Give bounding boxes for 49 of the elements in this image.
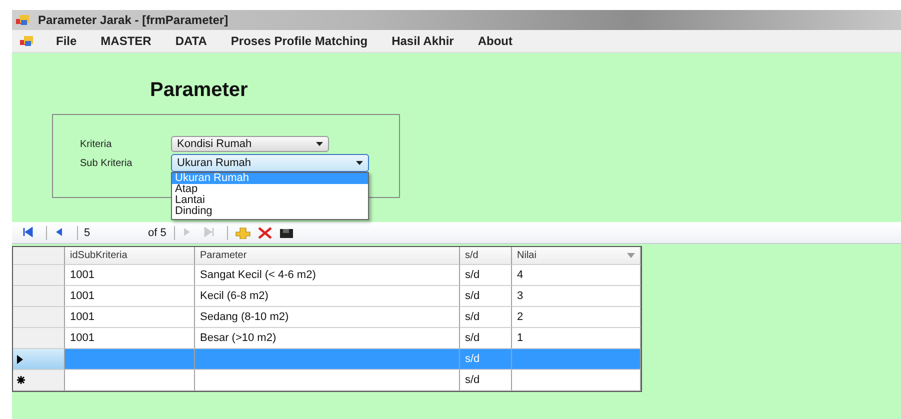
dropdown[interactable]: Kondisi Rumah: [171, 136, 329, 152]
new-row-icon: [17, 376, 25, 384]
table-cell: Kecil (6-8 m2): [195, 286, 460, 307]
header-corner[interactable]: [13, 247, 65, 265]
current-row-icon: [17, 354, 23, 364]
table-cell: s/d: [460, 286, 512, 307]
column-header[interactable]: s/d: [460, 247, 512, 265]
table-row[interactable]: 1001 Sedang (8-10 m2) s/d 2: [13, 307, 641, 328]
dropdown-option[interactable]: Dinding: [172, 206, 368, 217]
dropdown-option[interactable]: Atap: [172, 184, 368, 195]
record-position-field[interactable]: 5: [82, 226, 148, 238]
table-row[interactable]: s/d: [13, 370, 641, 391]
menu-item[interactable]: Proses Profile Matching: [218, 31, 380, 51]
dropdown-option[interactable]: Lantai: [172, 195, 368, 206]
column-header[interactable]: idSubKriteria: [65, 247, 195, 265]
table-cell: 4: [512, 265, 641, 286]
field-label: Sub Kriteria: [80, 158, 134, 168]
app-icon: [20, 35, 34, 47]
dropdown[interactable]: Ukuran Rumah: [171, 154, 369, 172]
record-count: of 5: [148, 226, 166, 238]
table-cell: 1001: [65, 265, 195, 286]
dropdown-arrow-icon: [356, 161, 363, 165]
column-header[interactable]: Parameter: [195, 247, 460, 265]
table-cell: s/d: [460, 307, 512, 328]
menu-item[interactable]: Hasil Akhir: [380, 31, 466, 51]
row-header[interactable]: [13, 349, 65, 370]
menu-item[interactable]: MASTER: [88, 31, 164, 51]
form-heading: Parameter: [150, 79, 248, 102]
dropdown-arrow-icon: [316, 142, 323, 146]
column-header[interactable]: Nilai: [512, 247, 641, 265]
app-icon: [16, 14, 30, 26]
menu-item[interactable]: DATA: [163, 31, 219, 51]
table-cell: 1001: [65, 307, 195, 328]
table-row[interactable]: 1001 Kecil (6-8 m2) s/d 3: [13, 286, 641, 307]
table-cell: s/d: [460, 370, 512, 391]
table-cell: s/d: [460, 349, 512, 370]
table-cell: 1001: [65, 286, 195, 307]
table-cell: 3: [512, 286, 641, 307]
table-cell: Sedang (8-10 m2): [195, 307, 460, 328]
table-row[interactable]: 1001 Sangat Kecil (< 4-6 m2) s/d 4: [13, 265, 641, 286]
window-title: Parameter Jarak - [frmParameter]: [38, 13, 228, 27]
menu-item[interactable]: File: [44, 31, 89, 51]
table-cell: Sangat Kecil (< 4-6 m2): [195, 265, 460, 286]
dropdown-arrow-icon: [627, 253, 635, 258]
menu-item[interactable]: About: [466, 31, 524, 51]
table-cell: 2: [512, 307, 641, 328]
table-cell: s/d: [460, 265, 512, 286]
field-label: Kriteria: [80, 138, 113, 150]
row-header[interactable]: [13, 370, 65, 391]
